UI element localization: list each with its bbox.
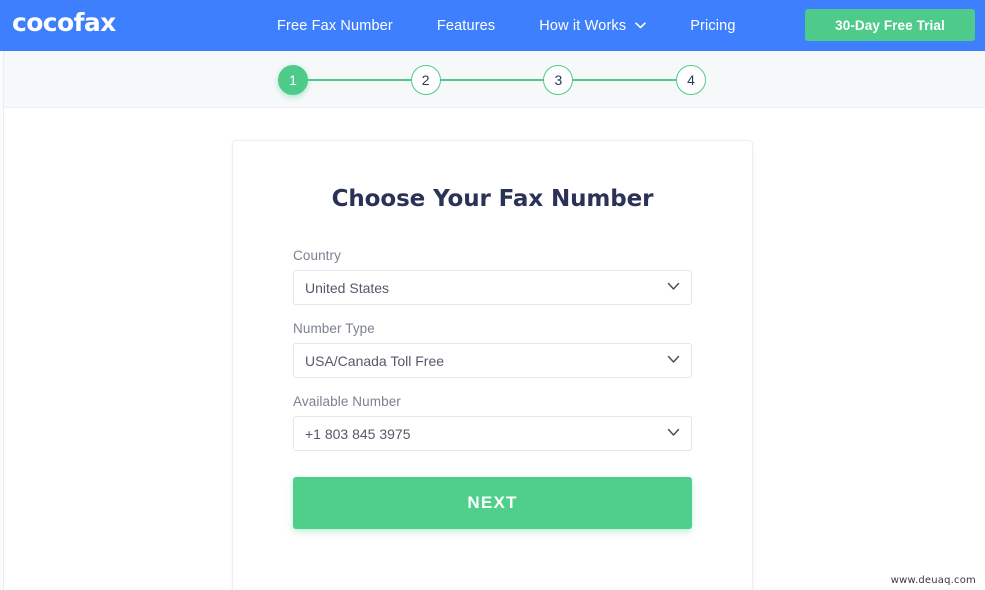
stepper-step-number: 1 — [289, 72, 297, 88]
country-label: Country — [293, 248, 341, 263]
nav-item-how-it-works[interactable]: How it Works — [517, 0, 668, 51]
chevron-down-icon — [635, 22, 647, 29]
nav-item-features[interactable]: Features — [415, 0, 517, 51]
fax-number-card: Choose Your Fax Number Country United St… — [232, 140, 753, 590]
nav-item-label: Pricing — [690, 17, 736, 34]
cocofax-logo[interactable]: cocofax — [12, 9, 116, 37]
nav-item-label: Features — [436, 17, 496, 34]
free-trial-button[interactable]: 30-Day Free Trial — [805, 9, 975, 41]
fax-number-form: Country United States Number Type USA/Ca… — [293, 212, 692, 529]
number-type-label: Number Type — [293, 321, 375, 336]
stepper-step-3[interactable]: 3 — [543, 65, 574, 95]
field-number-type: Number Type USA/Canada Toll Free — [293, 321, 692, 378]
field-country: Country United States — [293, 248, 692, 305]
nav-item-pricing[interactable]: Pricing — [668, 0, 757, 51]
nav-item-label: Free Fax Number — [277, 17, 393, 34]
progress-stepper: 1 2 3 4 — [278, 65, 707, 95]
stepper-step-4[interactable]: 4 — [676, 65, 707, 95]
number-type-select[interactable]: USA/Canada Toll Free — [293, 343, 692, 378]
site-header: cocofax Free Fax Number Features How it … — [0, 0, 985, 51]
stepper-step-number: 2 — [421, 72, 430, 88]
stepper-step-2[interactable]: 2 — [410, 65, 441, 95]
stepper-connector-1 — [307, 79, 412, 81]
stepper-connector-3 — [572, 79, 678, 81]
country-select[interactable]: United States — [293, 270, 692, 305]
page-title: Choose Your Fax Number — [331, 186, 654, 212]
page-gutter — [0, 51, 4, 590]
country-select-wrapper: United States — [293, 270, 692, 305]
stepper-step-number: 3 — [554, 72, 563, 88]
stepper-step-number: 4 — [687, 72, 695, 88]
nav-item-free-fax-number[interactable]: Free Fax Number — [255, 0, 415, 51]
field-available-number: Available Number +1 803 845 3975 — [293, 394, 692, 451]
available-number-label: Available Number — [293, 394, 401, 409]
page-root: cocofax Free Fax Number Features How it … — [0, 0, 985, 590]
watermark: www.deuaq.com — [887, 574, 979, 587]
available-number-select-wrapper: +1 803 845 3975 — [293, 416, 692, 451]
available-number-select[interactable]: +1 803 845 3975 — [293, 416, 692, 451]
nav-item-label: How it Works — [539, 17, 627, 34]
main-navigation: Free Fax Number Features How it Works Pr… — [255, 0, 758, 51]
stepper-connector-2 — [439, 79, 545, 81]
stepper-step-1[interactable]: 1 — [278, 65, 308, 95]
progress-band: 1 2 3 4 — [0, 51, 985, 108]
number-type-select-wrapper: USA/Canada Toll Free — [293, 343, 692, 378]
next-button[interactable]: NEXT — [293, 477, 692, 529]
